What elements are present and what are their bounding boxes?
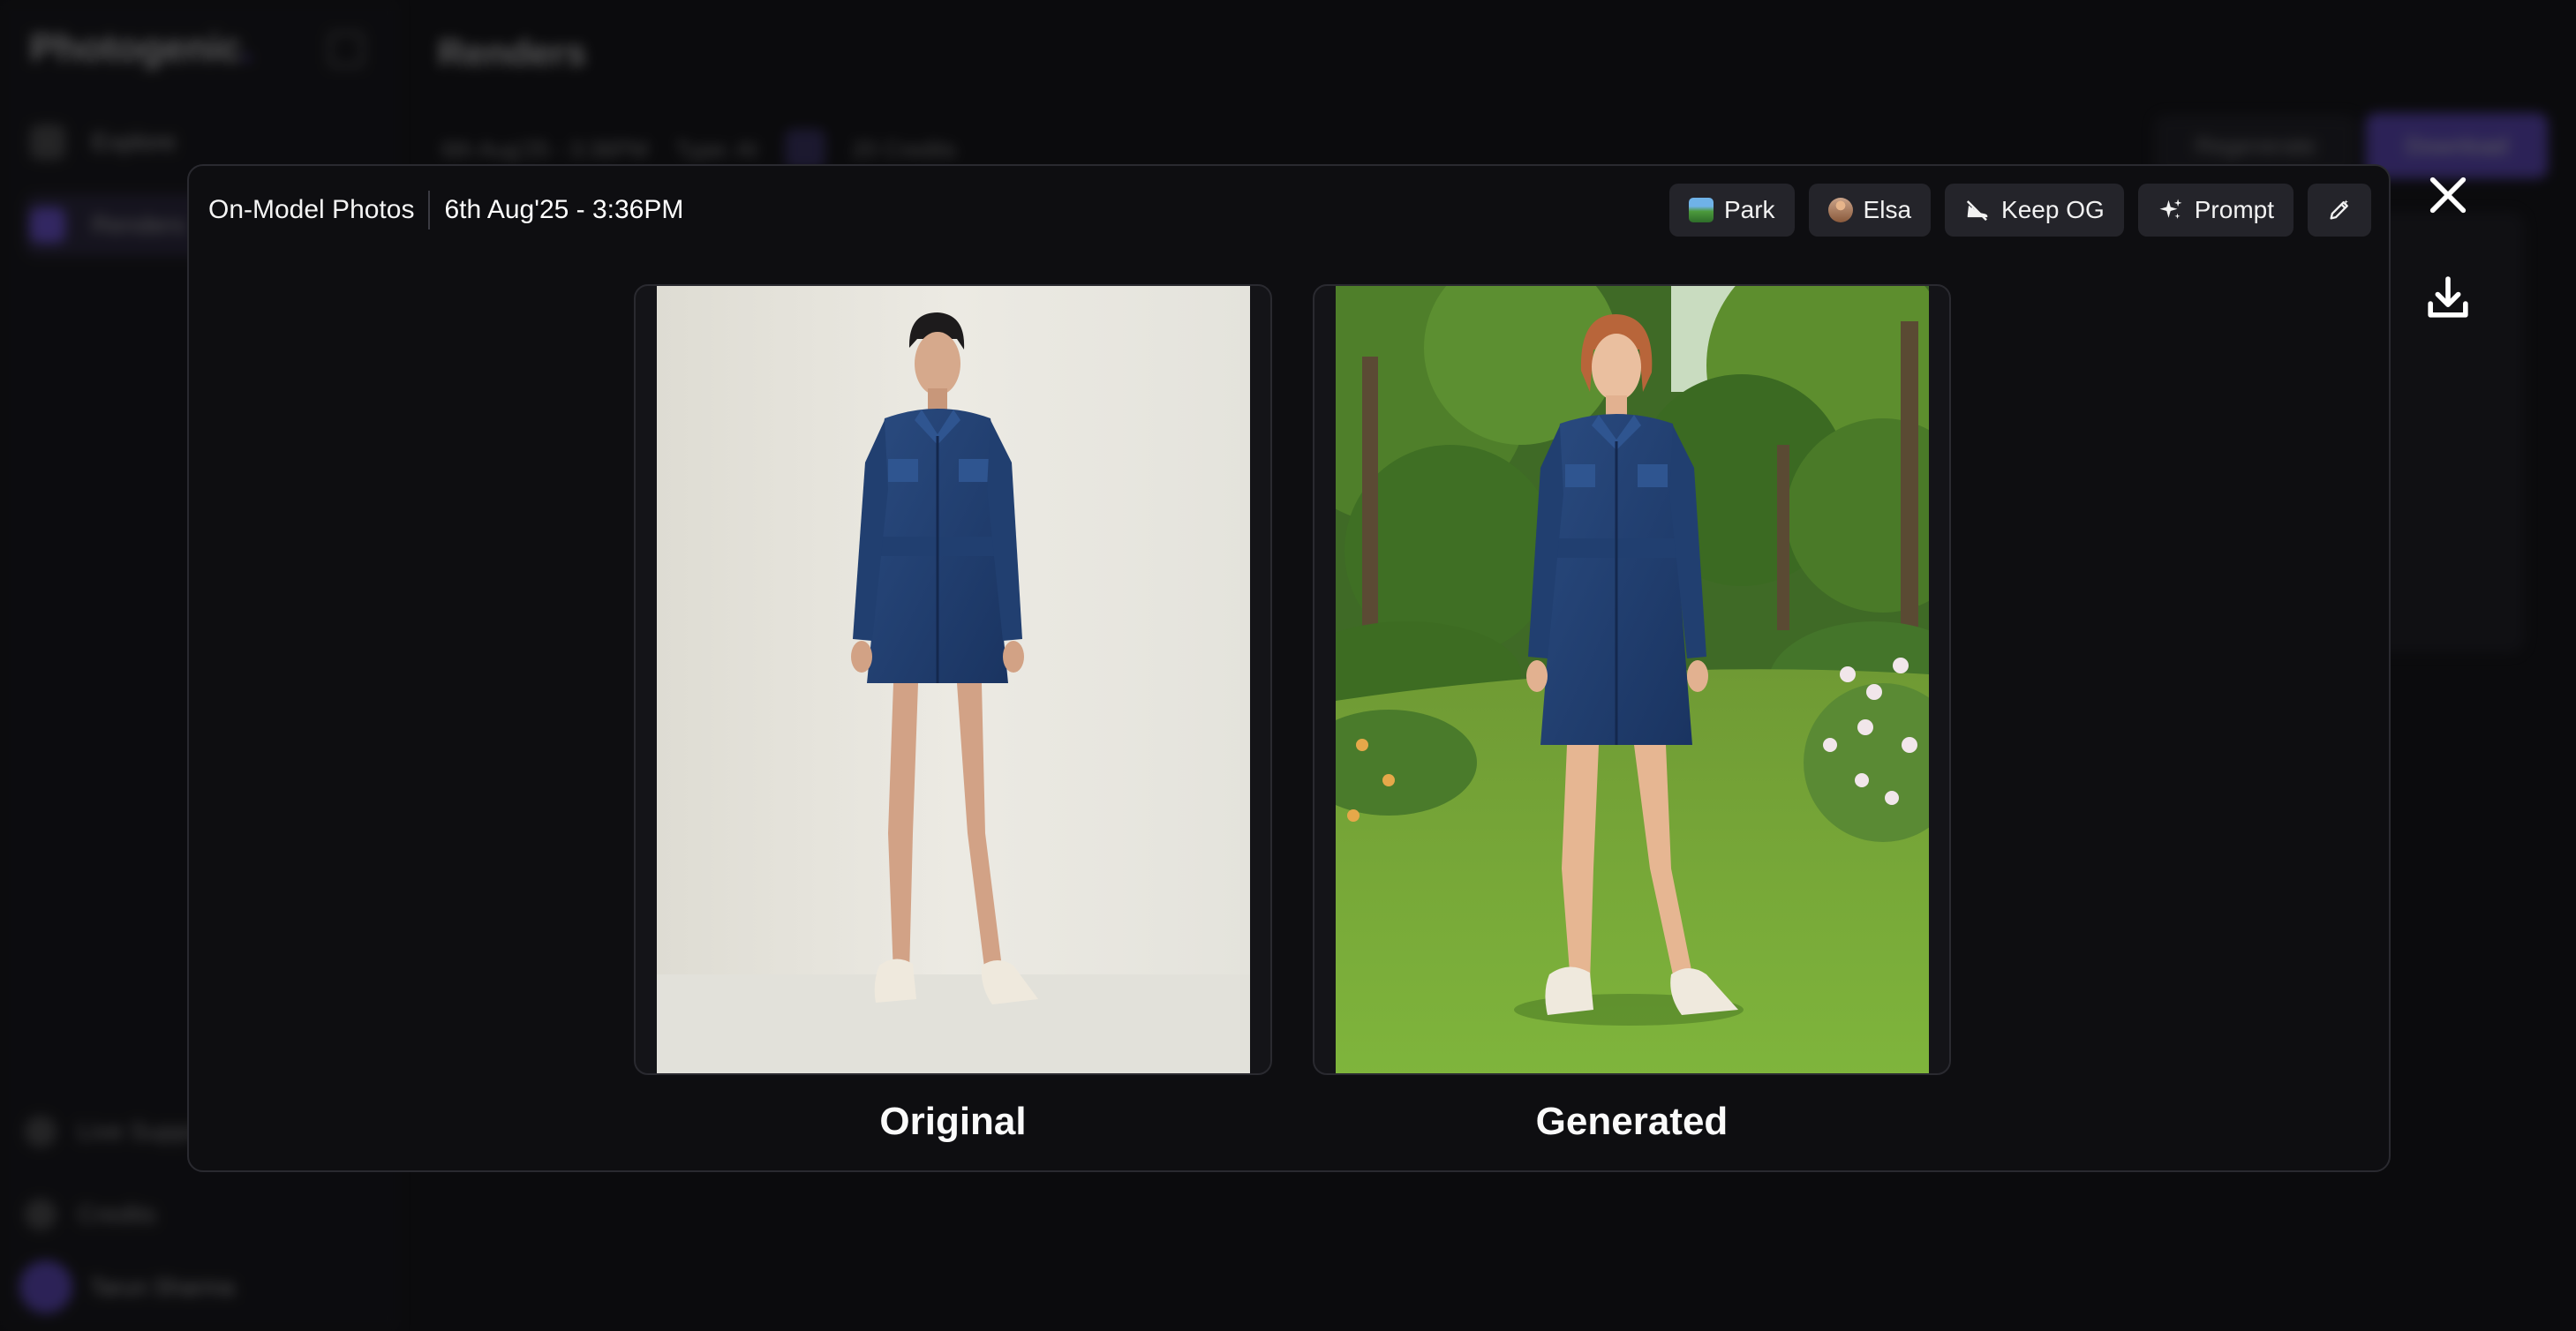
support-icon — [25, 1116, 56, 1147]
close-icon — [2429, 177, 2467, 214]
user-profile: Tarun Sharma — [19, 1260, 234, 1313]
render-timestamp: 6th Aug'25 - 3:36PM — [444, 195, 684, 224]
original-panel — [634, 284, 1272, 1075]
app-logo: Photogenic. — [30, 26, 252, 70]
renders-icon — [30, 207, 65, 243]
app-root: Photogenic. Explore Renders Live Support… — [0, 0, 2576, 1331]
original-image — [657, 286, 1250, 1073]
shoe-icon — [1966, 200, 1988, 222]
generated-caption: Generated — [1535, 1100, 1729, 1143]
original-caption: Original — [879, 1100, 1027, 1143]
tag-toolbar: Park Elsa Keep OG Prompt — [1668, 184, 2371, 237]
credits-icon — [25, 1199, 56, 1230]
model-thumbnail-icon — [1827, 198, 1853, 222]
close-button[interactable] — [2421, 168, 2475, 222]
scene-tag-park[interactable]: Park — [1668, 184, 1795, 237]
download-icon — [2428, 276, 2468, 318]
sidebar-collapse-icon — [328, 32, 364, 67]
modal-header: On-Model Photos 6th Aug'25 - 3:36PM — [208, 191, 683, 229]
sparkle-icon — [2159, 199, 2182, 219]
pencil-icon — [2330, 199, 2348, 220]
section-title: On-Model Photos — [208, 195, 415, 224]
prompt-tag[interactable]: Prompt — [2137, 184, 2294, 237]
avatar — [19, 1260, 72, 1313]
comparison-modal: On-Model Photos 6th Aug'25 - 3:36PM Park… — [187, 164, 2391, 1172]
model-tag-elsa[interactable]: Elsa — [1808, 184, 1932, 237]
generated-panel — [1313, 284, 1951, 1075]
comparison-panels — [634, 284, 1951, 1075]
footwear-tag-keep-og[interactable]: Keep OG — [1945, 184, 2124, 237]
download-button[interactable] — [2421, 270, 2475, 325]
generated-photo[interactable] — [1336, 286, 1929, 1073]
generated-image — [1336, 286, 1929, 1073]
original-photo[interactable] — [657, 286, 1250, 1073]
page-title: Renders — [438, 32, 587, 73]
park-thumbnail-icon — [1688, 198, 1714, 222]
explore-icon — [30, 124, 65, 160]
edit-button[interactable] — [2308, 184, 2371, 237]
title-divider — [428, 191, 431, 229]
sidebar-credits: Credits — [25, 1199, 156, 1230]
